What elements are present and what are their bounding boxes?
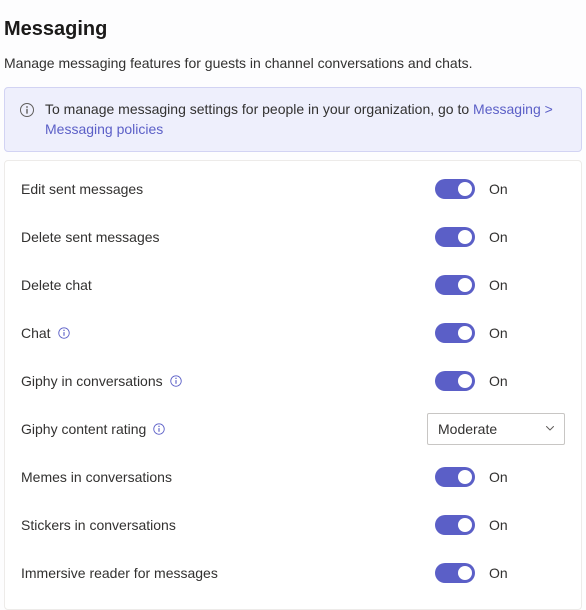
label-delete-sent-messages: Delete sent messages (21, 229, 160, 245)
settings-card: Edit sent messages On Delete sent messag… (4, 160, 582, 610)
label-memes-in-conversations: Memes in conversations (21, 469, 172, 485)
control-delete-sent-messages: On (435, 227, 565, 247)
dropdown-giphy-content-rating[interactable]: Moderate (427, 413, 565, 445)
info-banner-message: To manage messaging settings for people … (45, 100, 567, 139)
control-edit-sent-messages: On (435, 179, 565, 199)
row-chat: Chat On (21, 309, 565, 357)
toggle-state-text: On (489, 373, 508, 389)
control-chat: On (435, 323, 565, 343)
label-delete-chat: Delete chat (21, 277, 92, 293)
row-immersive-reader-for-messages: Immersive reader for messages On (21, 549, 565, 597)
row-delete-chat: Delete chat On (21, 261, 565, 309)
toggle-state-text: On (489, 181, 508, 197)
control-immersive-reader-for-messages: On (435, 563, 565, 583)
toggle-delete-sent-messages[interactable] (435, 227, 475, 247)
row-giphy-in-conversations: Giphy in conversations On (21, 357, 565, 405)
control-memes-in-conversations: On (435, 467, 565, 487)
label-text: Chat (21, 325, 51, 341)
toggle-state-text: On (489, 469, 508, 485)
help-icon[interactable] (169, 374, 183, 388)
control-delete-chat: On (435, 275, 565, 295)
toggle-state-text: On (489, 517, 508, 533)
label-chat: Chat (21, 325, 71, 341)
help-icon[interactable] (57, 326, 71, 340)
toggle-memes-in-conversations[interactable] (435, 467, 475, 487)
label-text: Edit sent messages (21, 181, 143, 197)
control-giphy-content-rating: Moderate (427, 413, 565, 445)
dropdown-value: Moderate (438, 421, 497, 437)
row-giphy-content-rating: Giphy content rating Moderate (21, 405, 565, 453)
label-text: Giphy content rating (21, 421, 146, 437)
toggle-delete-chat[interactable] (435, 275, 475, 295)
toggle-edit-sent-messages[interactable] (435, 179, 475, 199)
toggle-state-text: On (489, 565, 508, 581)
row-edit-sent-messages: Edit sent messages On (21, 165, 565, 213)
label-immersive-reader-for-messages: Immersive reader for messages (21, 565, 218, 581)
label-text: Stickers in conversations (21, 517, 176, 533)
label-text: Giphy in conversations (21, 373, 163, 389)
row-delete-sent-messages: Delete sent messages On (21, 213, 565, 261)
label-edit-sent-messages: Edit sent messages (21, 181, 143, 197)
toggle-state-text: On (489, 325, 508, 341)
label-giphy-content-rating: Giphy content rating (21, 421, 166, 437)
info-banner-text: To manage messaging settings for people … (45, 101, 473, 117)
info-icon (19, 102, 35, 123)
label-giphy-in-conversations: Giphy in conversations (21, 373, 183, 389)
toggle-stickers-in-conversations[interactable] (435, 515, 475, 535)
page-title: Messaging (4, 18, 582, 41)
toggle-giphy-in-conversations[interactable] (435, 371, 475, 391)
toggle-state-text: On (489, 229, 508, 245)
control-stickers-in-conversations: On (435, 515, 565, 535)
help-icon[interactable] (152, 422, 166, 436)
label-text: Delete sent messages (21, 229, 160, 245)
label-text: Memes in conversations (21, 469, 172, 485)
label-text: Immersive reader for messages (21, 565, 218, 581)
toggle-state-text: On (489, 277, 508, 293)
control-giphy-in-conversations: On (435, 371, 565, 391)
chevron-down-icon (544, 421, 556, 437)
label-stickers-in-conversations: Stickers in conversations (21, 517, 176, 533)
toggle-chat[interactable] (435, 323, 475, 343)
label-text: Delete chat (21, 277, 92, 293)
row-stickers-in-conversations: Stickers in conversations On (21, 501, 565, 549)
info-banner: To manage messaging settings for people … (4, 87, 582, 152)
page-description: Manage messaging features for guests in … (4, 55, 582, 71)
row-memes-in-conversations: Memes in conversations On (21, 453, 565, 501)
toggle-immersive-reader-for-messages[interactable] (435, 563, 475, 583)
